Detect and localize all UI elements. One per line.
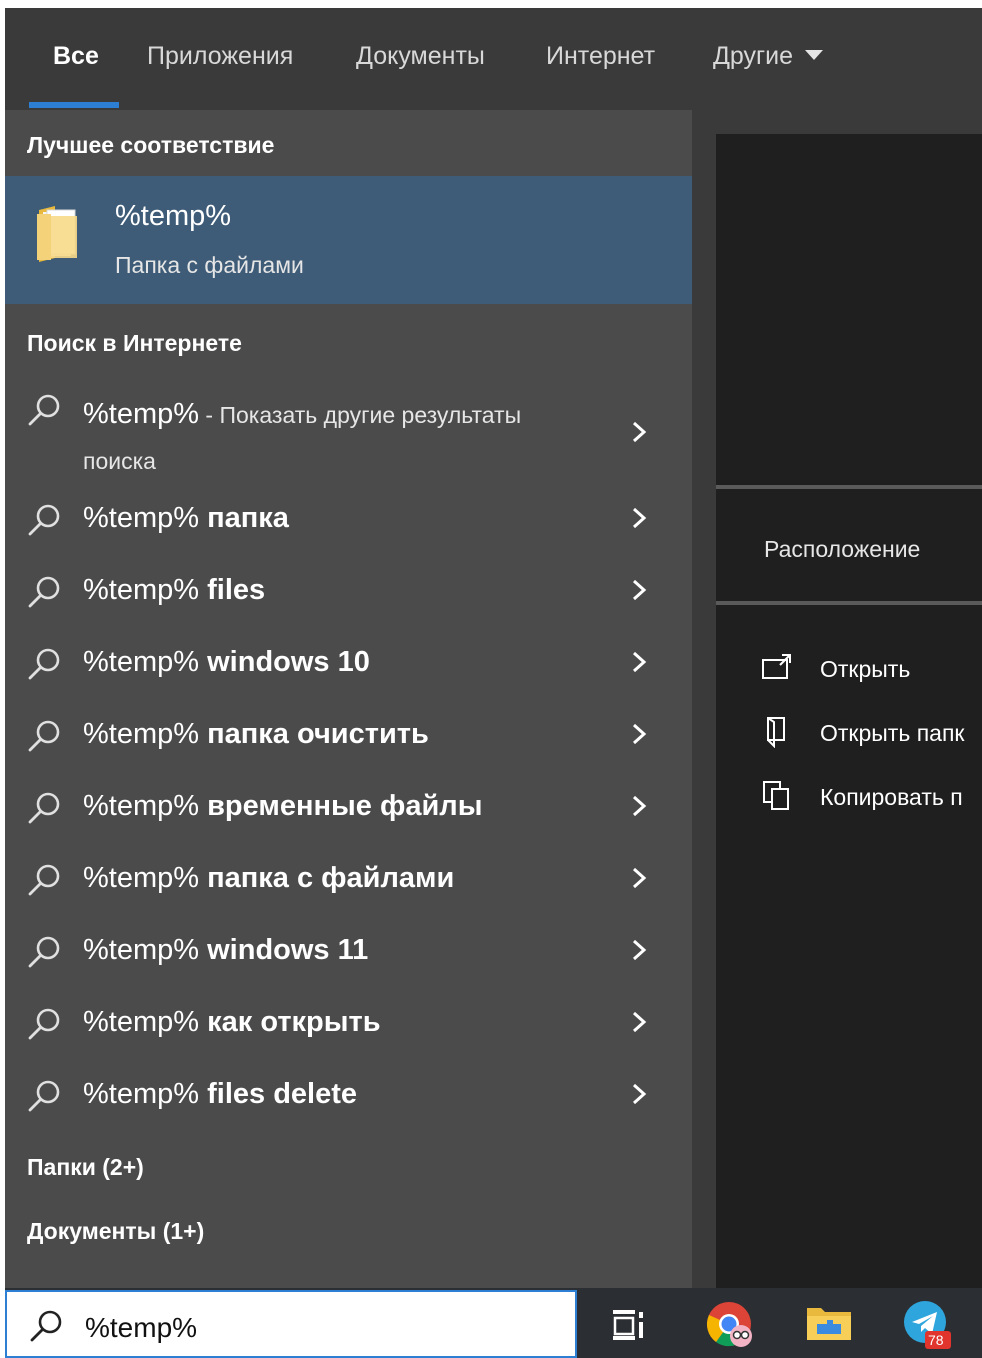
chevron-right-icon — [632, 579, 647, 601]
open-icon — [762, 653, 791, 679]
results-pane: Лучшее соответствие %temp% Папка с файла… — [5, 110, 692, 1288]
best-match-item[interactable]: %temp% Папка с файлами — [5, 176, 692, 304]
search-icon — [30, 1310, 62, 1342]
chevron-down-icon — [805, 50, 824, 61]
search-icon — [28, 936, 60, 968]
chevron-right-icon — [632, 939, 647, 961]
copy-path-action[interactable]: Копировать п — [760, 776, 982, 820]
search-icon — [28, 1008, 60, 1040]
details-pane: Расположение Открыть Открыть папк Копиро… — [716, 134, 982, 1288]
tab-apps[interactable]: Приложения — [147, 42, 293, 71]
windows-search-panel: Все Приложения Документы Интернет Другие… — [5, 8, 982, 1358]
tab-more-label: Другие — [713, 42, 794, 70]
web-result-show-more[interactable]: %temp% - Показать другие результаты поис… — [5, 380, 692, 490]
web-search-heading: Поиск в Интернете — [27, 330, 242, 356]
chevron-right-icon — [632, 1011, 647, 1033]
chevron-right-icon — [632, 507, 647, 529]
telegram-icon — [904, 1301, 951, 1349]
web-result-item[interactable]: %temp% windows 11 — [5, 922, 692, 986]
copy-path-label: Копировать п — [820, 784, 963, 810]
best-match-type: Папка с файлами — [115, 252, 304, 278]
search-icon — [28, 576, 60, 608]
web-result-text: %temp% папка очистить — [83, 718, 429, 750]
web-result-item[interactable]: %temp% папка — [5, 490, 692, 554]
web-result-item[interactable]: %temp% папка с файлами — [5, 850, 692, 914]
location-label: Расположение — [764, 536, 921, 562]
web-result-text: %temp% windows 10 — [83, 646, 370, 678]
web-result-item[interactable]: %temp% как открыть — [5, 994, 692, 1058]
search-icon — [28, 394, 60, 426]
best-match-name: %temp% — [115, 200, 232, 232]
divider — [716, 601, 982, 605]
web-result-text: %temp% как открыть — [83, 1006, 381, 1038]
task-view-icon[interactable] — [603, 1298, 655, 1350]
web-result-text: %temp% - Показать другие результаты — [83, 398, 522, 430]
open-action[interactable]: Открыть — [760, 648, 982, 692]
open-folder-icon — [767, 717, 785, 748]
web-result-item[interactable]: %temp% files — [5, 562, 692, 626]
web-result-text: %temp% папка — [83, 502, 289, 534]
search-icon — [28, 648, 60, 680]
search-icon — [28, 504, 60, 536]
tab-documents[interactable]: Документы — [356, 42, 485, 71]
folder-icon — [37, 206, 77, 262]
tab-web[interactable]: Интернет — [546, 42, 655, 71]
best-match-heading: Лучшее соответствие — [27, 132, 275, 158]
web-result-item[interactable]: %temp% временные файлы — [5, 778, 692, 842]
telegram-button[interactable]: 78 — [901, 1298, 953, 1350]
chevron-right-icon — [632, 795, 647, 817]
tab-all[interactable]: Все — [53, 42, 99, 71]
web-result-text: %temp% files delete — [83, 1078, 358, 1110]
web-result-text: %temp% временные файлы — [83, 790, 483, 822]
chevron-right-icon — [632, 1083, 647, 1105]
copy-icon — [763, 781, 789, 810]
chevron-right-icon — [632, 723, 647, 745]
active-tab-indicator — [29, 102, 119, 108]
chevron-right-icon — [632, 651, 647, 673]
web-result-item[interactable]: %temp% папка очистить — [5, 706, 692, 770]
chevron-right-icon — [632, 421, 647, 443]
open-label: Открыть — [820, 656, 911, 682]
web-result-item[interactable]: %temp% files delete — [5, 1066, 692, 1130]
taskbar: %temp% 78 — [5, 1288, 982, 1358]
web-result-item[interactable]: %temp% windows 10 — [5, 634, 692, 698]
search-input[interactable]: %temp% — [85, 1312, 197, 1344]
tab-more[interactable]: Другие — [713, 42, 824, 71]
search-icon — [28, 720, 60, 752]
chrome-icon[interactable] — [703, 1298, 755, 1350]
web-result-text: %temp% files — [83, 574, 266, 606]
documents-section-heading[interactable]: Документы (1+) — [27, 1218, 204, 1245]
search-icon — [28, 792, 60, 824]
open-folder-action[interactable]: Открыть папк — [760, 712, 982, 756]
divider — [716, 485, 982, 489]
telegram-badge: 78 — [928, 1332, 944, 1348]
search-icon — [28, 1080, 60, 1112]
web-result-text: %temp% папка с файлами — [83, 862, 455, 894]
web-result-text: %temp% windows 11 — [83, 934, 369, 966]
chevron-right-icon — [632, 867, 647, 889]
web-result-text-line2: поиска — [83, 448, 156, 474]
file-explorer-icon[interactable] — [803, 1298, 855, 1350]
open-folder-label: Открыть папк — [820, 720, 965, 746]
folders-section-heading[interactable]: Папки (2+) — [27, 1154, 144, 1181]
search-icon — [28, 864, 60, 896]
filter-tabs: Все Приложения Документы Интернет Другие — [5, 8, 982, 111]
search-box[interactable]: %temp% — [5, 1290, 577, 1358]
